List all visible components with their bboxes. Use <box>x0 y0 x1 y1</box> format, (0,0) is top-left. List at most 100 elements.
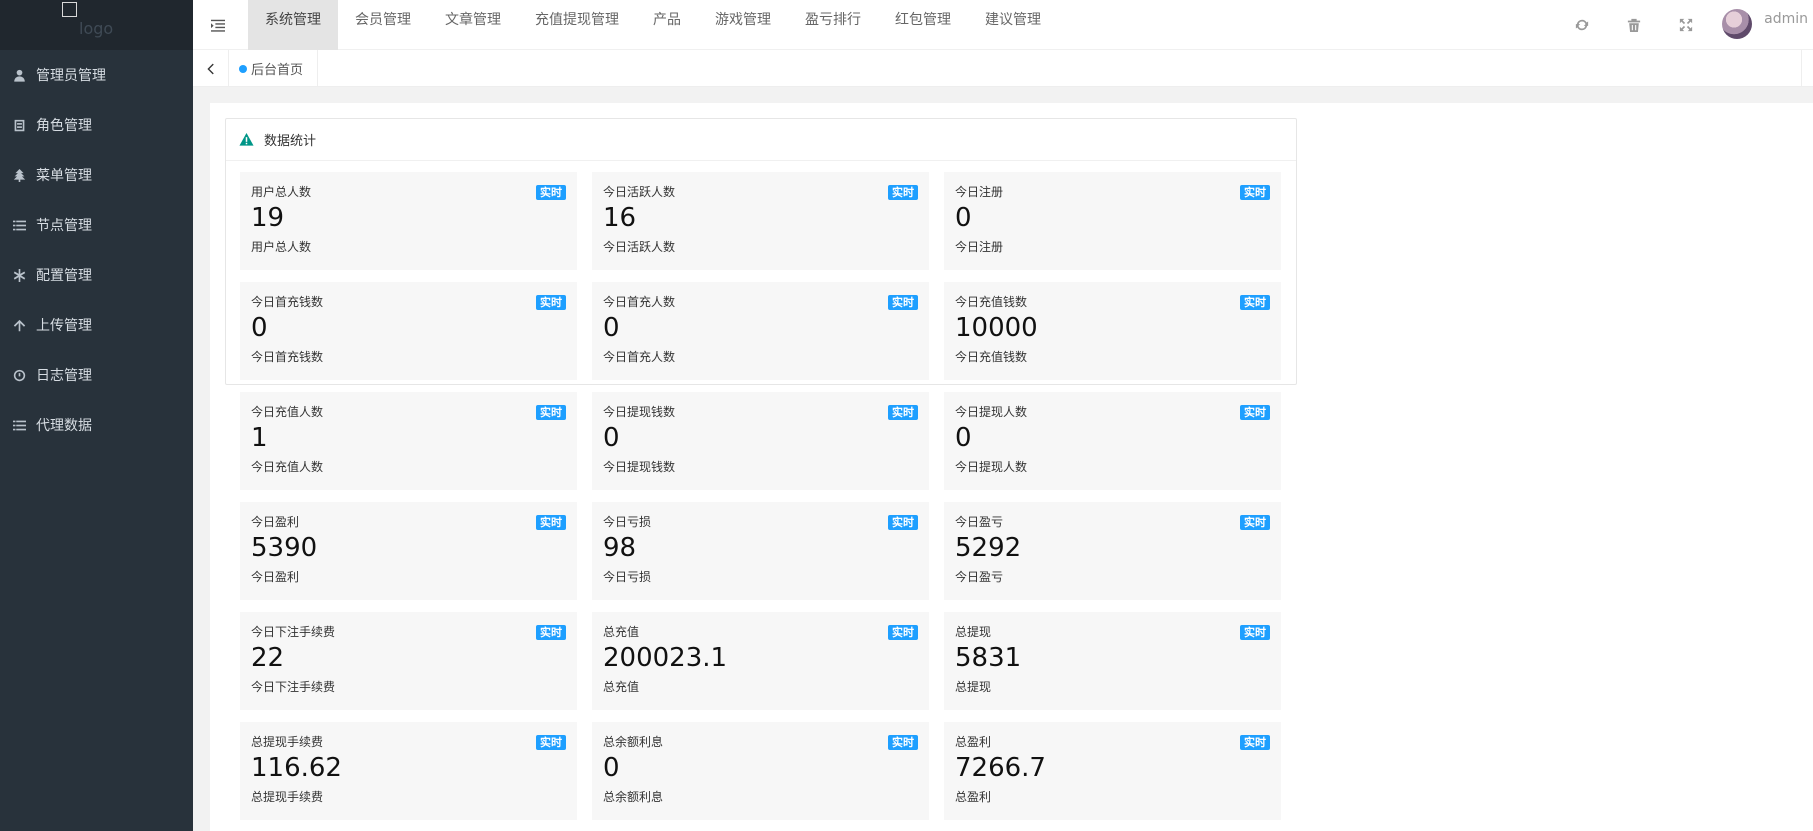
stat-label: 总余额利息 <box>603 735 664 749</box>
realtime-badge: 实时 <box>1240 735 1270 750</box>
tab-home[interactable]: 后台首页 <box>229 50 319 87</box>
sidebar-item-node[interactable]: 节点管理 <box>0 200 193 250</box>
sidebar-item-label: 管理员管理 <box>36 68 106 84</box>
user-name[interactable]: admin <box>1764 11 1808 27</box>
stat-sublabel: 总提现手续费 <box>251 790 324 804</box>
clear-cache-button[interactable] <box>1608 5 1660 45</box>
realtime-badge: 实时 <box>536 625 566 640</box>
stat-value: 200023.1 <box>603 643 728 673</box>
realtime-badge: 实时 <box>888 405 918 420</box>
sidebar-menu: 管理员管理 角色管理 菜单管理 节点管理 配置管理 上传管理 日志管理 代理数据 <box>0 50 193 450</box>
sidebar-item-label: 菜单管理 <box>36 168 92 184</box>
realtime-badge: 实时 <box>536 405 566 420</box>
sidebar-item-config[interactable]: 配置管理 <box>0 250 193 300</box>
tabs-scroll-right-button[interactable] <box>1801 50 1813 87</box>
stat-sublabel: 总提现 <box>955 680 992 694</box>
stat-value: 0 <box>955 423 972 453</box>
nav-tab-product[interactable]: 产品 <box>636 0 698 50</box>
stat-card: 今日提现钱数 实时 0 今日提现钱数 <box>592 392 929 490</box>
logo-image <box>62 2 77 17</box>
user-icon <box>12 68 26 82</box>
list-icon <box>12 218 26 232</box>
stat-card: 今日提现人数 实时 0 今日提现人数 <box>944 392 1281 490</box>
realtime-badge: 实时 <box>1240 625 1270 640</box>
sidebar-item-label: 节点管理 <box>36 218 92 234</box>
sidebar-toggle-button[interactable] <box>193 0 243 50</box>
stat-card: 今日充值钱数 实时 10000 今日充值钱数 <box>944 282 1281 380</box>
nav-tab-profit-rank[interactable]: 盈亏排行 <box>788 0 878 50</box>
stat-label: 总充值 <box>603 625 640 639</box>
stat-sublabel: 今日提现人数 <box>955 460 1028 474</box>
warning-icon <box>239 132 254 146</box>
stat-card: 总充值 实时 200023.1 总充值 <box>592 612 929 710</box>
stat-sublabel: 今日充值人数 <box>251 460 324 474</box>
avatar[interactable] <box>1722 9 1753 39</box>
realtime-badge: 实时 <box>888 735 918 750</box>
sidebar-item-label: 配置管理 <box>36 268 92 284</box>
trash-icon <box>1628 18 1641 32</box>
stat-label: 用户总人数 <box>251 185 312 199</box>
stat-card: 今日下注手续费 实时 22 今日下注手续费 <box>240 612 577 710</box>
stat-label: 今日提现钱数 <box>603 405 676 419</box>
asterisk-icon <box>12 268 26 282</box>
stat-sublabel: 用户总人数 <box>251 240 312 254</box>
stat-card: 今日盈利 实时 5390 今日盈利 <box>240 502 577 600</box>
stat-value: 0 <box>603 753 620 783</box>
realtime-badge: 实时 <box>536 515 566 530</box>
indent-icon <box>211 19 225 32</box>
sidebar-item-admin[interactable]: 管理员管理 <box>0 50 193 100</box>
nav-tab-suggestion[interactable]: 建议管理 <box>968 0 1058 50</box>
nav-tab-system[interactable]: 系统管理 <box>248 0 338 50</box>
realtime-badge: 实时 <box>888 625 918 640</box>
stat-value: 0 <box>603 313 620 343</box>
nav-tab-member[interactable]: 会员管理 <box>338 0 428 50</box>
stat-value: 0 <box>955 203 972 233</box>
tabs-scroll-left-button[interactable] <box>193 50 229 87</box>
stat-card: 用户总人数 实时 19 用户总人数 <box>240 172 577 270</box>
nav-tab-recharge-withdraw[interactable]: 充值提现管理 <box>518 0 636 50</box>
realtime-badge: 实时 <box>1240 515 1270 530</box>
sidebar-item-agent-data[interactable]: 代理数据 <box>0 400 193 450</box>
sidebar-item-upload[interactable]: 上传管理 <box>0 300 193 350</box>
stats-grid: 用户总人数 实时 19 用户总人数 今日活跃人数 实时 16 今日活跃人数 今日注册 实时 0 今日注… <box>240 172 1281 820</box>
fullscreen-button[interactable] <box>1660 5 1712 45</box>
sidebar-item-menu[interactable]: 菜单管理 <box>0 150 193 200</box>
nav-tab-game[interactable]: 游戏管理 <box>698 0 788 50</box>
sidebar-item-log[interactable]: 日志管理 <box>0 350 193 400</box>
stat-sublabel: 总盈利 <box>955 790 992 804</box>
stat-card: 总盈利 实时 7266.7 总盈利 <box>944 722 1281 820</box>
stat-sublabel: 今日充值钱数 <box>955 350 1028 364</box>
stat-label: 今日活跃人数 <box>603 185 676 199</box>
stat-label: 今日首充人数 <box>603 295 676 309</box>
stat-value: 22 <box>251 643 285 673</box>
stat-label: 今日亏损 <box>603 515 652 529</box>
logo[interactable]: logo <box>0 0 193 50</box>
realtime-badge: 实时 <box>1240 295 1270 310</box>
realtime-badge: 实时 <box>536 735 566 750</box>
chevron-left-icon <box>206 63 214 74</box>
refresh-button[interactable] <box>1556 5 1608 45</box>
realtime-badge: 实时 <box>1240 185 1270 200</box>
nav-tab-redpacket[interactable]: 红包管理 <box>878 0 968 50</box>
stat-sublabel: 今日亏损 <box>603 570 652 584</box>
nav-tab-article[interactable]: 文章管理 <box>428 0 518 50</box>
top-right-tools: admin <box>1556 0 1813 50</box>
sidebar: logo 管理员管理 角色管理 菜单管理 节点管理 配置管理 上传管理 日志管理… <box>0 0 193 831</box>
stat-sublabel: 今日盈利 <box>251 570 300 584</box>
page-tabs-bar: 后台首页 <box>193 50 1813 87</box>
stat-label: 今日充值人数 <box>251 405 324 419</box>
stat-value: 16 <box>603 203 637 233</box>
stat-card: 总提现手续费 实时 116.62 总提现手续费 <box>240 722 577 820</box>
stat-card: 今日亏损 实时 98 今日亏损 <box>592 502 929 600</box>
stat-card: 总余额利息 实时 0 总余额利息 <box>592 722 929 820</box>
stat-sublabel: 今日提现钱数 <box>603 460 676 474</box>
stat-card: 今日注册 实时 0 今日注册 <box>944 172 1281 270</box>
realtime-badge: 实时 <box>888 185 918 200</box>
stat-label: 总提现手续费 <box>251 735 324 749</box>
sidebar-item-label: 角色管理 <box>36 118 92 134</box>
stat-value: 5831 <box>955 643 1022 673</box>
stat-sublabel: 今日注册 <box>955 240 1004 254</box>
sidebar-item-role[interactable]: 角色管理 <box>0 100 193 150</box>
stat-card: 今日活跃人数 实时 16 今日活跃人数 <box>592 172 929 270</box>
stat-value: 5390 <box>251 533 318 563</box>
